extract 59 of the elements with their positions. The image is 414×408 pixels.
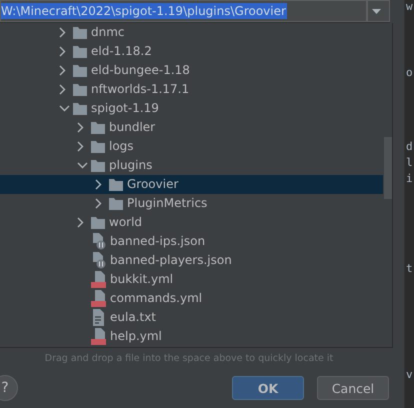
code-fragment: o	[406, 66, 413, 79]
json-file-icon	[91, 233, 106, 250]
folder-icon	[73, 64, 87, 77]
code-fragment: d	[406, 140, 413, 153]
dropdown-button[interactable]	[367, 0, 390, 22]
tree-item[interactable]: PluginMetrics	[0, 194, 383, 213]
chevron-right-icon	[77, 217, 84, 228]
chevron-right-icon	[77, 141, 84, 152]
code-fragment: l	[406, 156, 413, 169]
folder-icon	[109, 178, 123, 191]
folder-icon	[91, 140, 105, 153]
chevron-right-icon	[59, 65, 66, 76]
tree-item[interactable]: banned-ips.json	[0, 232, 383, 251]
code-fragment: w	[406, 0, 413, 13]
folder-icon	[91, 216, 105, 229]
tree-item[interactable]: nftworlds-1.17.1	[0, 80, 383, 99]
json-file-icon	[91, 252, 106, 269]
yaml-file-icon	[91, 290, 106, 307]
tree-item[interactable]: banned-players.json	[0, 251, 383, 270]
ok-button[interactable]: OK	[232, 376, 304, 400]
code-fragment: i	[406, 172, 413, 185]
yaml-file-icon	[91, 328, 106, 345]
chevron-right-icon	[59, 46, 66, 57]
chevron-right-icon	[77, 122, 84, 133]
text-file-icon	[91, 309, 106, 326]
tree-item[interactable]: eld-bungee-1.18	[0, 61, 383, 80]
tree-item[interactable]: plugins	[0, 156, 383, 175]
folder-icon	[109, 197, 123, 210]
tree-item[interactable]: commands.yml	[0, 289, 383, 308]
cancel-button[interactable]: Cancel	[317, 376, 389, 400]
folder-icon	[91, 121, 105, 134]
tree-item[interactable]: bukkit.yml	[0, 270, 383, 289]
scrollbar-thumb[interactable]	[384, 137, 392, 199]
tree-item[interactable]: bundler	[0, 118, 383, 137]
tree-item[interactable]: help.yml	[0, 327, 383, 346]
chevron-down-icon	[59, 105, 70, 112]
tree-item[interactable]: eula.txt	[0, 308, 383, 327]
tree-item[interactable]: eld-1.18.2	[0, 42, 383, 61]
code-fragment: t	[406, 262, 413, 275]
tree-item[interactable]: spigot-1.19	[0, 99, 383, 118]
path-field[interactable]: W:\Minecraft\2022\spigot-1.19\plugins\Groovier	[0, 0, 367, 22]
tree-item[interactable]: Groovier	[0, 175, 383, 194]
tree-item[interactable]: world	[0, 213, 383, 232]
chevron-down-icon	[77, 162, 88, 169]
chevron-right-icon	[95, 179, 102, 190]
help-button[interactable]: ?	[0, 375, 18, 401]
chevron-right-icon	[59, 27, 66, 38]
chevron-right-icon	[59, 84, 66, 95]
yaml-file-icon	[91, 271, 106, 288]
folder-icon	[91, 159, 105, 172]
chevron-right-icon	[95, 198, 102, 209]
folder-icon	[73, 102, 87, 115]
tree-item[interactable]: dnmc	[0, 23, 383, 42]
folder-icon	[73, 83, 87, 96]
code-fragment: v	[406, 368, 413, 381]
tree-item[interactable]: logs	[0, 137, 383, 156]
folder-icon	[73, 26, 87, 39]
caret-icon	[372, 8, 381, 14]
folder-icon	[73, 45, 87, 58]
